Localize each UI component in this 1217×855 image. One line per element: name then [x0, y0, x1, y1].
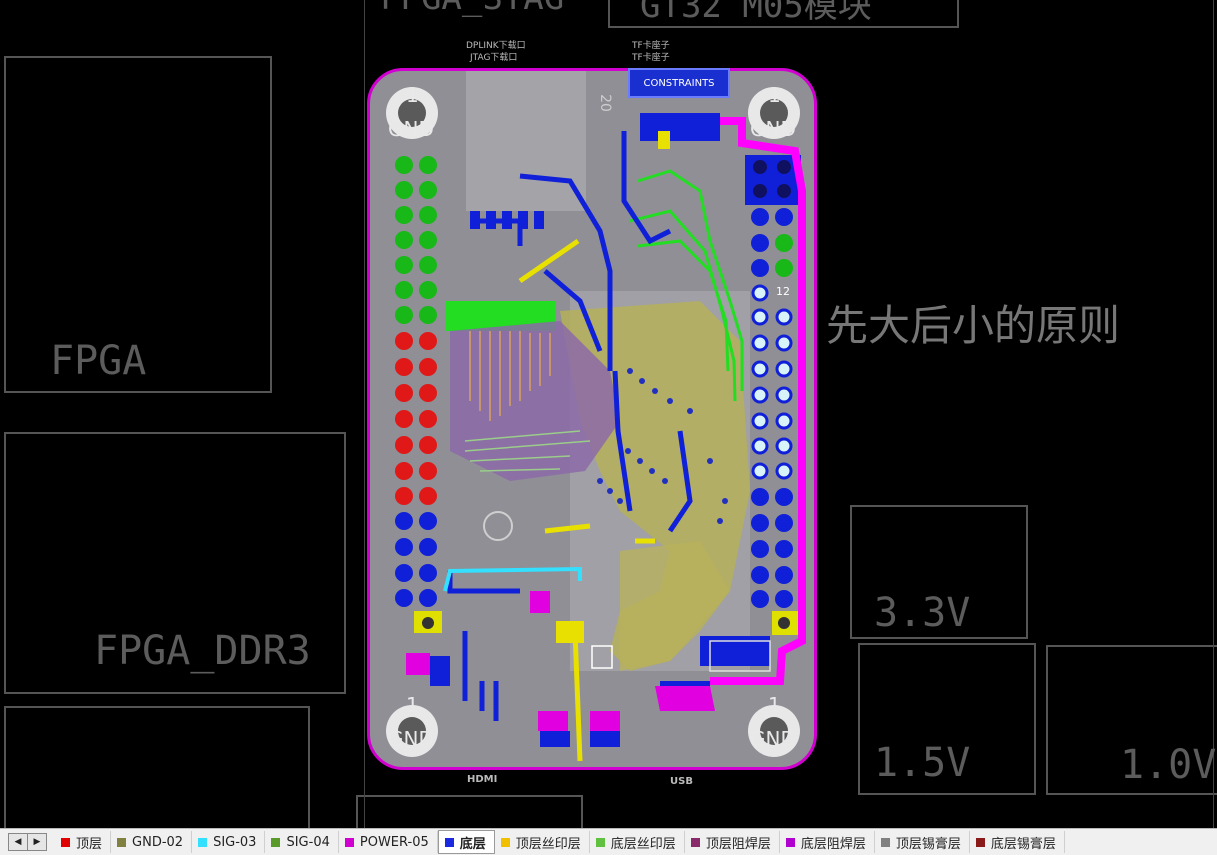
layer-tab-bottom-paste[interactable]: 底层锡膏层: [970, 831, 1065, 853]
layer-tab-power05[interactable]: POWER-05: [339, 831, 438, 853]
layer-tab-sig04[interactable]: SIG-04: [265, 831, 339, 853]
layer-tab-top-silk[interactable]: 顶层丝印层: [495, 831, 590, 853]
tab-prev-button[interactable]: ◀: [9, 834, 27, 850]
gnd-label-tr: GND: [750, 117, 796, 141]
pcb-board[interactable]: GND GND GND GND 1 1 1 1 12 20: [367, 68, 817, 770]
label-fpga-ddr3: FPGA_DDR3: [94, 628, 311, 674]
layer-color-swatch: [61, 837, 70, 847]
label-usb: USB: [670, 776, 693, 787]
label-3v3: 3.3V: [874, 590, 971, 636]
layer-color-swatch: [785, 837, 795, 847]
label-fpga: FPGA: [50, 338, 147, 384]
layer-tab-bottom-silk[interactable]: 底层丝印层: [590, 831, 685, 853]
layer-color-swatch: [595, 837, 605, 847]
layer-tab-top-paste[interactable]: 顶层锡膏层: [875, 831, 970, 853]
layer-color-swatch: [117, 837, 127, 847]
label-1v5: 1.5V: [874, 740, 971, 786]
gnd-label-tl: GND: [388, 117, 434, 141]
label-gt32-module: GT32 M05模块: [640, 0, 872, 26]
layer-color-swatch: [271, 837, 281, 847]
silk-jtag: JTAG下载口: [470, 53, 518, 63]
label-rule: 先大后小的原则: [826, 301, 1121, 350]
hole-number-tr: 1: [768, 83, 781, 107]
layer-color-swatch: [880, 837, 890, 847]
layer-color-swatch: [344, 837, 354, 847]
layer-tab-bottom-mask[interactable]: 底层阻焊层: [780, 831, 875, 853]
gnd-label-br: GND: [750, 727, 796, 751]
constraints-tag[interactable]: CONSTRAINTS: [628, 68, 730, 98]
right-header-pins: [745, 155, 801, 635]
tab-nav: ◀ ▶: [8, 833, 47, 851]
header-pin-number: 12: [776, 285, 790, 298]
label-fpga-stag: FPGA_STAG: [380, 0, 564, 18]
gnd-label-bl: GND: [388, 727, 434, 751]
layer-tab-gnd02[interactable]: GND-02: [111, 831, 193, 853]
vertical-divider-right: [1213, 0, 1214, 828]
layer-tab-bar: ◀ ▶ 顶层 GND-02 SIG-03 SIG-04 POWER-05 底层 …: [0, 828, 1217, 855]
layer-color-swatch: [198, 837, 208, 847]
vertical-divider: [364, 0, 365, 828]
layer-tab-top[interactable]: 顶层: [55, 831, 112, 853]
layer-color-swatch: [444, 837, 454, 847]
pcb-canvas[interactable]: FPGA_STAG GT32 M05模块 FPGA FPGA_DDR3 3.3V…: [0, 0, 1217, 839]
layer-color-swatch: [690, 837, 700, 847]
hole-number-br: 1: [768, 693, 781, 717]
layer-tab-sig03[interactable]: SIG-03: [192, 831, 266, 853]
layer-color-swatch: [500, 837, 510, 847]
hole-number-bl: 1: [406, 693, 419, 717]
outline-bottom-left: [4, 706, 310, 834]
label-hdmi: HDMI: [467, 774, 498, 785]
tab-next-button[interactable]: ▶: [27, 834, 46, 850]
silk-version: 20: [596, 94, 613, 112]
pcb-routing: [386, 71, 806, 762]
hole-number-tl: 1: [406, 83, 419, 107]
layer-tab-top-mask[interactable]: 顶层阻焊层: [685, 831, 780, 853]
layer-tab-bottom[interactable]: 底层: [437, 830, 495, 854]
left-header-pins: [395, 156, 442, 633]
label-1v0: 1.0V: [1120, 742, 1217, 788]
layer-color-swatch: [975, 837, 985, 847]
silk-tf-2: TF卡座子: [632, 53, 670, 63]
